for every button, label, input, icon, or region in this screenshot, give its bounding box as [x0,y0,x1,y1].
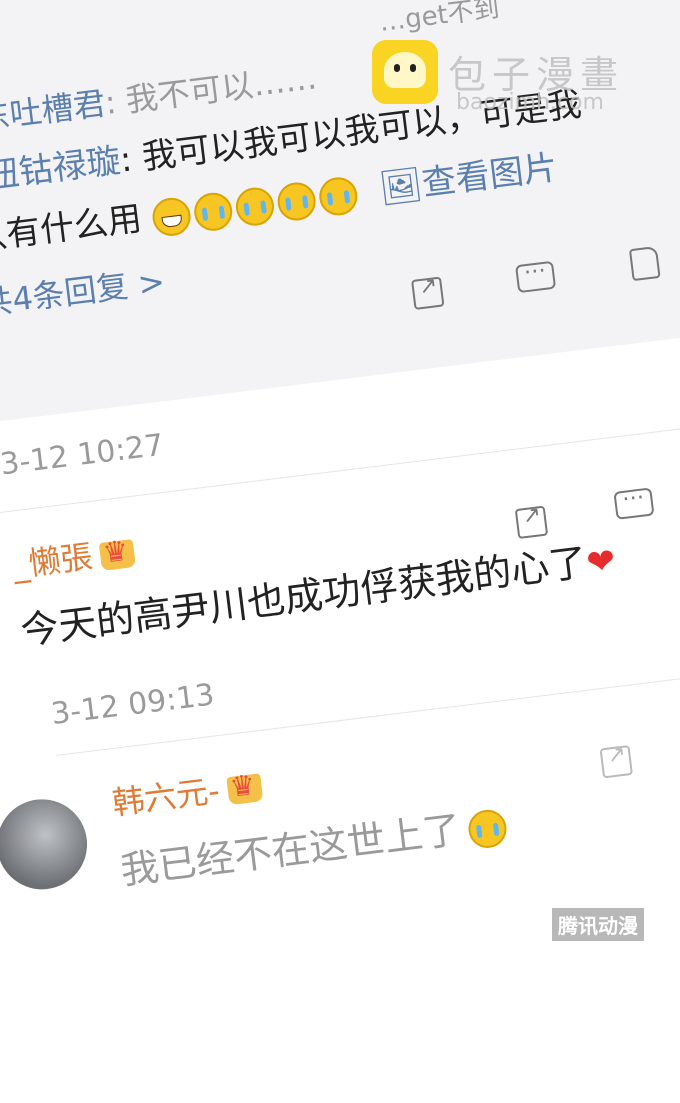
comment-icon[interactable] [515,260,557,294]
comment-text: 我已经不在这世上了 [118,807,464,893]
comment-user-row: _懒張 [10,526,137,587]
baozi-logo-icon [372,40,438,104]
watermark-corner: 腾讯动漫 [552,908,644,941]
crown-badge-icon [225,773,263,806]
comment-user-row: 韩六元- [110,760,264,824]
logo-face [384,52,426,88]
timestamp: 3-12 09:13 [49,677,217,733]
view-image-link[interactable]: 🖼查看图片 [377,148,560,210]
crown-badge-icon [98,539,136,571]
crying-emoji-icon [466,807,509,850]
like-icon[interactable] [628,245,661,282]
view-image-label: 查看图片 [419,147,560,204]
grin-emoji-icon [150,195,193,238]
watermark-url: baozimh.com [456,90,604,115]
crying-emoji-icon [191,190,235,233]
reply-username[interactable]: 钮钴禄璇 [0,141,123,197]
comment-username[interactable]: 韩六元- [110,771,221,822]
comment-username[interactable]: _懒張 [11,537,95,584]
crying-emoji-icon [316,174,360,218]
reply-fragment: …get不到 [377,0,502,38]
comment-icon[interactable] [613,487,655,520]
timestamp: 3-12 10:27 [0,427,166,483]
heart-emoji-icon: ❤ [584,540,618,584]
crying-emoji-icon [275,179,318,223]
share-icon[interactable] [411,276,445,310]
reply-username[interactable]: 东吐槽君 [0,84,108,137]
more-replies-link[interactable]: 共4条回复 > [0,256,167,324]
reply-text-cont: 以有什么用 [0,198,144,260]
image-icon: 🖼 [376,164,425,210]
share-icon[interactable] [514,505,549,539]
crying-emoji-icon [233,184,276,228]
avatar[interactable] [0,794,93,895]
share-icon[interactable] [599,745,633,779]
